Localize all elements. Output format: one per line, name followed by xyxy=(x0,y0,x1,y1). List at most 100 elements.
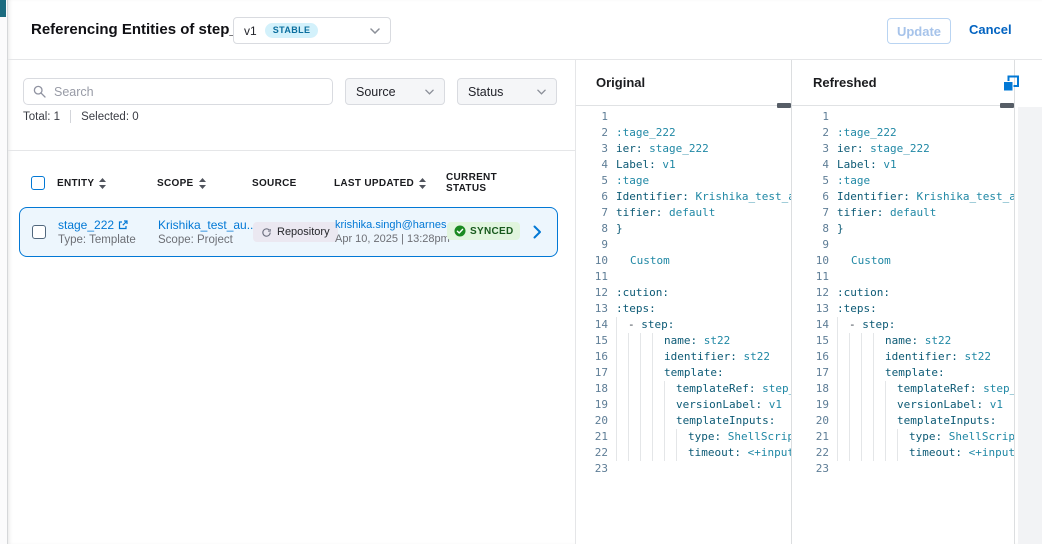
code-line: 18 templateRef: step_222 xyxy=(803,381,1014,397)
line-number: 23 xyxy=(582,461,608,477)
code-line: 20 templateInputs: xyxy=(582,413,791,429)
code-line: 22 timeout: <+input> xyxy=(582,445,791,461)
chevron-right-icon[interactable] xyxy=(533,225,557,239)
sort-icon xyxy=(199,178,206,189)
line-number: 9 xyxy=(803,237,829,253)
updated-by-link[interactable]: krishika.singh@harnes... xyxy=(335,219,447,231)
status-filter-label: Status xyxy=(468,85,503,99)
line-text: Identifier: Krishika_test_aut xyxy=(616,189,791,205)
code-line: 23 xyxy=(582,461,791,477)
line-number: 4 xyxy=(803,157,829,173)
code-line: 2 :tage_222 xyxy=(803,125,1014,141)
search-icon xyxy=(33,85,46,98)
cancel-button[interactable]: Cancel xyxy=(969,22,1012,37)
line-text: tifier: default xyxy=(837,205,936,221)
chevron-down-icon xyxy=(370,28,380,34)
line-number: 10 xyxy=(803,253,829,269)
version-selector[interactable]: v1 STABLE xyxy=(233,17,391,44)
status-badge: SYNCED xyxy=(447,222,520,240)
line-number: 20 xyxy=(582,413,608,429)
code-line: 7 tifier: default xyxy=(803,205,1014,221)
table-row[interactable]: stage_222 Type: Template Krishika_test_a… xyxy=(19,207,558,257)
copy-icon[interactable] xyxy=(1002,75,1022,95)
entity-type: Type: Template xyxy=(58,234,158,246)
original-code-editor[interactable]: 1 2 :tage_222 3 ier: stage_222 4 Label: … xyxy=(576,106,791,544)
column-header[interactable]: LAST UPDATED xyxy=(334,178,446,189)
line-number: 17 xyxy=(803,365,829,381)
select-all-checkbox[interactable] xyxy=(31,176,45,190)
line-number: 16 xyxy=(582,349,608,365)
column-header[interactable]: CURRENT STATUS xyxy=(446,172,534,194)
column-header[interactable]: SOURCE xyxy=(252,178,334,189)
line-text: } xyxy=(616,221,623,237)
refreshed-code-editor[interactable]: 1 2 :tage_222 3 ier: stage_222 4 Label: … xyxy=(792,106,1014,544)
line-number: 19 xyxy=(803,397,829,413)
line-number: 14 xyxy=(803,317,829,333)
search-input[interactable] xyxy=(52,84,323,100)
stable-badge: STABLE xyxy=(265,23,319,38)
column-label: ENTITY xyxy=(57,178,94,189)
line-number: 2 xyxy=(803,125,829,141)
update-button[interactable]: Update xyxy=(887,18,951,44)
original-panel: Original 1 2 :tage_222 3 ier: stage_222 … xyxy=(576,60,791,544)
line-text: :teps: xyxy=(837,301,877,317)
column-header[interactable]: SCOPE xyxy=(157,178,252,189)
source-filter-dropdown[interactable]: Source xyxy=(345,78,445,105)
entity-link[interactable]: stage_222 xyxy=(58,218,158,232)
status-filter-dropdown[interactable]: Status xyxy=(457,78,557,105)
last-updated-cell: krishika.singh@harnes... Apr 10, 2025 | … xyxy=(335,219,447,245)
column-label: SCOPE xyxy=(157,178,194,189)
refreshed-panel: Refreshed 1 2 :tage_222 3 ier: stage_222… xyxy=(791,60,1015,544)
row-checkbox[interactable] xyxy=(32,225,46,239)
column-label: SOURCE xyxy=(252,178,297,189)
status-cell: SYNCED xyxy=(447,222,533,242)
line-number: 11 xyxy=(582,269,608,285)
page-edge-accent xyxy=(0,0,6,17)
line-number: 4 xyxy=(582,157,608,173)
line-text: templateInputs: xyxy=(616,413,775,429)
page-title: Referencing Entities of step_222 xyxy=(31,21,263,38)
line-text: :tage_222 xyxy=(616,125,676,141)
source-filter-label: Source xyxy=(356,85,396,99)
section-divider xyxy=(8,150,575,151)
line-text: Custom xyxy=(837,253,891,269)
line-text: - step: xyxy=(616,317,674,333)
code-line: 7 tifier: default xyxy=(582,205,791,221)
code-line: 14 - step: xyxy=(803,317,1014,333)
line-text: name: st22 xyxy=(616,333,730,349)
code-line: 2 :tage_222 xyxy=(582,125,791,141)
column-header[interactable]: ENTITY xyxy=(57,178,157,189)
line-text: templateRef: step_222 xyxy=(837,381,1014,397)
scope-cell: Krishika_test_au... Scope: Project xyxy=(158,218,253,246)
code-line: 16 identifier: st22 xyxy=(803,349,1014,365)
line-number: 16 xyxy=(803,349,829,365)
line-text: versionLabel: v1 xyxy=(616,397,782,413)
code-line: 19 versionLabel: v1 xyxy=(803,397,1014,413)
chevron-down-icon xyxy=(537,89,546,95)
line-number: 5 xyxy=(803,173,829,189)
entities-list-pane: Source Status Total: 1 Selected: 0 ENTIT… xyxy=(8,60,576,544)
line-number: 3 xyxy=(582,141,608,157)
line-number: 17 xyxy=(582,365,608,381)
page-margin xyxy=(0,0,7,544)
line-text: templateInputs: xyxy=(837,413,996,429)
line-text: ier: stage_222 xyxy=(616,141,709,157)
code-line: 9 xyxy=(803,237,1014,253)
code-line: 21 type: ShellScript xyxy=(582,429,791,445)
code-line: 22 timeout: <+input> xyxy=(803,445,1014,461)
line-number: 13 xyxy=(803,301,829,317)
line-number: 21 xyxy=(803,429,829,445)
line-number: 12 xyxy=(582,285,608,301)
line-number: 22 xyxy=(582,445,608,461)
scope-link[interactable]: Krishika_test_au... xyxy=(158,218,253,232)
search-box[interactable] xyxy=(23,78,333,105)
code-line: 6 Identifier: Krishika_test_aut xyxy=(582,189,791,205)
line-text: :tage xyxy=(837,173,870,189)
repository-icon xyxy=(261,227,272,238)
line-number: 23 xyxy=(803,461,829,477)
code-line: 19 versionLabel: v1 xyxy=(582,397,791,413)
code-line: 13 :teps: xyxy=(582,301,791,317)
code-line: 15 name: st22 xyxy=(582,333,791,349)
line-text: identifier: st22 xyxy=(837,349,991,365)
line-text: :tage_222 xyxy=(837,125,897,141)
